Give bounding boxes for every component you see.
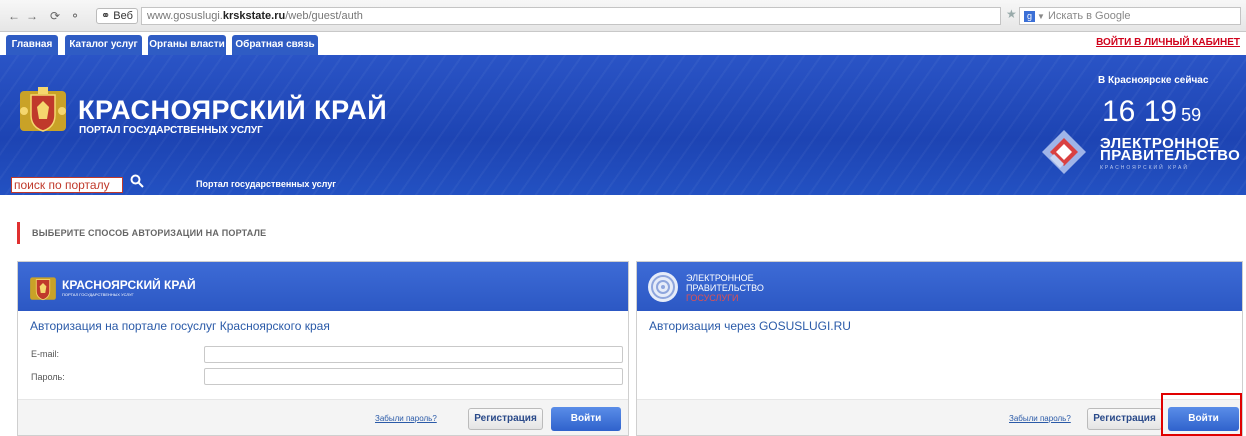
tab-authorities[interactable]: Органы власти xyxy=(148,35,226,55)
url-path: /web/guest/auth xyxy=(285,10,363,22)
header-banner: КРАСНОЯРСКИЙ КРАЙ ПОРТАЛ ГОСУДАРСТВЕННЫХ… xyxy=(0,55,1246,195)
gosuslugi-logo-line1: ЭЛЕКТРОННОЕ xyxy=(686,273,754,283)
email-field[interactable] xyxy=(204,346,623,363)
portal-search-input[interactable]: поиск по порталу xyxy=(11,177,123,193)
highlight-frame xyxy=(1161,393,1242,436)
regional-auth-panel: КРАСНОЯРСКИЙ КРАЙ ПОРТАЛ ГОСУДАРСТВЕННЫХ… xyxy=(17,261,629,436)
time-label: В Красноярске сейчас xyxy=(1098,75,1209,86)
e-government-line2: ПРАВИТЕЛЬСТВО xyxy=(1100,147,1241,164)
gosuslugi-logo-line2: ПРАВИТЕЛЬСТВО xyxy=(686,283,764,293)
gosuslugi-auth-panel: ЭЛЕКТРОННОЕ ПРАВИТЕЛЬСТВО ГОСУСЛУГИ Авто… xyxy=(636,261,1243,436)
url-prefix: www.gosuslugi. xyxy=(147,10,223,22)
key-icon[interactable]: ⚬ xyxy=(70,10,80,22)
web-button[interactable]: ⚭ Веб xyxy=(96,8,138,24)
personal-cabinet-link[interactable]: ВОЙТИ В ЛИЧНЫЙ КАБИНЕТ xyxy=(1096,37,1240,48)
clock-seconds: 59 xyxy=(1181,105,1202,125)
site-subtitle: ПОРТАЛ ГОСУДАРСТВЕННЫХ УСЛУГ xyxy=(79,125,263,136)
google-icon: g xyxy=(1024,10,1035,22)
e-government-region: КРАСНОЯРСКИЙ КРАЙ xyxy=(1100,165,1189,171)
browser-toolbar: ← → ⟳ ⚬ ⚭ Веб www.gosuslugi.krskstate.ru… xyxy=(0,0,1246,32)
forgot-password-link[interactable]: Забыли пароль? xyxy=(375,414,437,423)
regional-auth-title: Авторизация на портале госуслуг Краснояр… xyxy=(30,319,330,333)
tab-home[interactable]: Главная xyxy=(6,35,58,55)
clock-minutes: 19 xyxy=(1143,95,1178,128)
regional-logo-title: КРАСНОЯРСКИЙ КРАЙ xyxy=(62,278,196,292)
gosuslugi-panel-header: ЭЛЕКТРОННОЕ ПРАВИТЕЛЬСТВО ГОСУСЛУГИ xyxy=(637,262,1242,311)
portal-link[interactable]: Портал государственных услуг xyxy=(196,179,336,189)
reload-icon[interactable]: ⟳ xyxy=(50,10,60,22)
gosuslugi-auth-title: Авторизация через GOSUSLUGI.RU xyxy=(649,319,851,333)
clock-hours: 16 xyxy=(1102,95,1136,128)
password-label: Пароль: xyxy=(31,372,65,382)
gosuslugi-forgot-password-link[interactable]: Забыли пароль? xyxy=(1009,414,1071,423)
gosuslugi-logo-text: ЭЛЕКТРОННОЕ ПРАВИТЕЛЬСТВО ГОСУСЛУГИ xyxy=(686,273,764,303)
url-domain: krskstate.ru xyxy=(222,10,286,22)
gosuslugi-register-button[interactable]: Регистрация xyxy=(1087,408,1162,430)
register-button[interactable]: Регистрация xyxy=(468,408,543,430)
coat-of-arms-icon xyxy=(20,87,66,132)
auth-method-heading: ВЫБЕРИТЕ СПОСОБ АВТОРИЗАЦИИ НА ПОРТАЛЕ xyxy=(17,222,266,244)
password-field[interactable] xyxy=(204,368,623,385)
back-icon[interactable]: ← xyxy=(8,10,20,22)
login-button[interactable]: Войти xyxy=(551,407,621,431)
regional-panel-header: КРАСНОЯРСКИЙ КРАЙ ПОРТАЛ ГОСУДАРСТВЕННЫХ… xyxy=(18,262,628,311)
tab-catalog[interactable]: Каталог услуг xyxy=(65,35,142,55)
site-title: КРАСНОЯРСКИЙ КРАЙ xyxy=(78,95,388,125)
e-government-round-icon xyxy=(648,272,678,302)
clock: 16 19 59 xyxy=(1102,95,1201,129)
email-label: E-mail: xyxy=(31,349,60,359)
e-government-title: ЭЛЕКТРОННОЕ ПРАВИТЕЛЬСТВО xyxy=(1100,136,1241,164)
browser-search-placeholder: Искать в Google xyxy=(1047,10,1131,22)
e-government-logo-icon xyxy=(1042,130,1086,174)
regional-logo-subtitle: ПОРТАЛ ГОСУДАРСТВЕННЫХ УСЛУГ xyxy=(62,292,134,297)
globe-icon: ⚭ xyxy=(101,10,111,22)
web-button-label: Веб xyxy=(113,10,133,22)
address-bar[interactable]: www.gosuslugi.krskstate.ru/web/guest/aut… xyxy=(141,7,1001,25)
gosuslugi-logo-line3: ГОСУСЛУГИ xyxy=(686,293,739,303)
dropdown-icon: ▼ xyxy=(1037,12,1045,21)
browser-search-field[interactable]: g ▼ Искать в Google xyxy=(1019,7,1241,25)
search-icon[interactable] xyxy=(129,173,145,189)
coat-of-arms-small-icon xyxy=(30,277,56,301)
tab-feedback[interactable]: Обратная связь xyxy=(232,35,318,55)
bookmark-star-icon[interactable]: ★ xyxy=(1006,7,1017,21)
forward-icon[interactable]: → xyxy=(26,10,38,22)
